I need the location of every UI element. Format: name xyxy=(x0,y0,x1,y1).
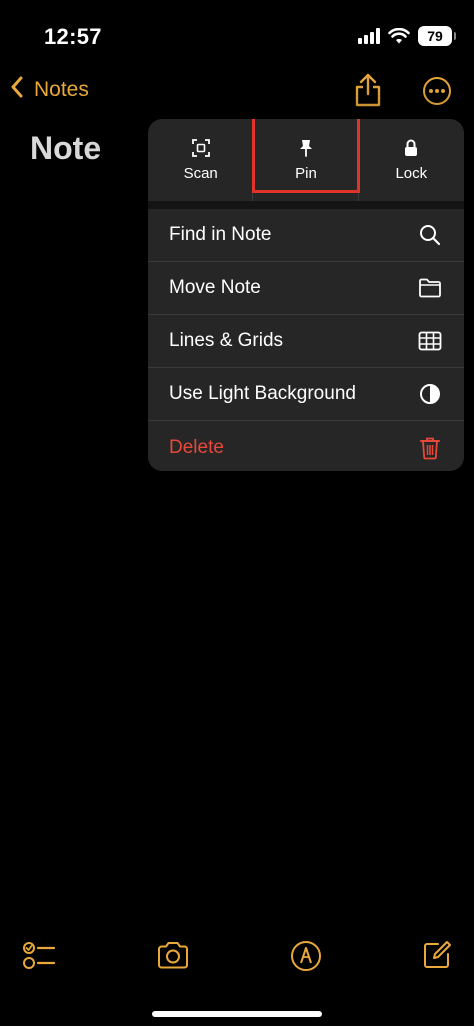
grid-icon xyxy=(418,329,442,353)
move-note-item[interactable]: Move Note xyxy=(148,262,464,315)
scan-label: Scan xyxy=(183,164,218,182)
wifi-icon xyxy=(388,28,410,44)
note-title: Note xyxy=(30,130,102,166)
use-light-background-item[interactable]: Use Light Background xyxy=(148,368,464,421)
camera-button[interactable] xyxy=(156,940,190,972)
delete-item[interactable]: Delete xyxy=(148,421,464,471)
lock-label: Lock xyxy=(395,164,428,182)
lock-icon xyxy=(405,139,418,156)
battery-indicator: 79 xyxy=(418,26,456,46)
section-divider xyxy=(148,201,464,209)
ellipsis-circle-icon xyxy=(423,77,451,105)
menu-item-label: Delete xyxy=(169,436,224,458)
menu-item-label: Use Light Background xyxy=(169,383,356,404)
scan-icon xyxy=(191,138,210,157)
pin-button[interactable]: Pin xyxy=(253,119,358,201)
menu-item-label: Lines & Grids xyxy=(169,330,284,351)
compose-button[interactable] xyxy=(422,940,456,972)
more-options-button[interactable] xyxy=(422,76,452,106)
lock-button[interactable]: Lock xyxy=(359,119,464,201)
lines-grids-item[interactable]: Lines & Grids xyxy=(148,315,464,368)
share-icon xyxy=(355,73,381,107)
trash-icon xyxy=(418,436,442,460)
contrast-icon xyxy=(418,382,442,406)
pin-label: Pin xyxy=(295,164,317,182)
quick-actions-row: Scan Pin Lock xyxy=(148,119,464,201)
back-label: Notes xyxy=(34,77,89,101)
status-icons: 79 xyxy=(358,26,456,46)
screen: 12:57 79 Notes Note Scan Pin Lock Find i… xyxy=(0,0,474,1026)
checklist-button[interactable] xyxy=(22,940,56,972)
find-in-note-item[interactable]: Find in Note xyxy=(148,209,464,262)
note-options-menu: Scan Pin Lock Find in Note Move Note Lin… xyxy=(148,119,464,471)
menu-item-label: Find in Note xyxy=(169,224,272,245)
checklist-icon xyxy=(23,942,56,969)
scan-button[interactable]: Scan xyxy=(148,119,253,201)
chevron-left-icon xyxy=(10,76,24,103)
camera-icon xyxy=(158,942,188,969)
cellular-signal-icon xyxy=(358,28,380,44)
search-icon xyxy=(418,223,442,247)
home-indicator[interactable] xyxy=(152,1011,322,1017)
menu-list: Find in Note Move Note Lines & Grids Use… xyxy=(148,209,464,471)
markup-button[interactable] xyxy=(290,940,324,972)
folder-icon xyxy=(418,276,442,300)
share-button[interactable] xyxy=(352,72,384,108)
pin-icon xyxy=(299,139,312,157)
back-button[interactable]: Notes xyxy=(10,76,89,103)
status-time: 12:57 xyxy=(44,24,102,49)
compose-icon xyxy=(424,941,451,968)
markup-icon xyxy=(291,941,321,971)
menu-item-label: Move Note xyxy=(169,277,261,298)
